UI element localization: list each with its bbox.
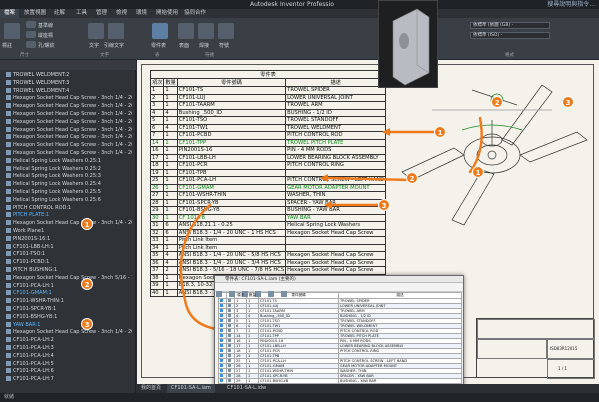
callout-marker-1: 1 bbox=[434, 126, 446, 138]
document-tabs: 我的首頁 CF101-SA-L.iam CF101-SA-L.idw bbox=[137, 384, 599, 393]
title-block-mid bbox=[477, 339, 547, 359]
part-preview-icon bbox=[392, 8, 430, 86]
callout-marker-2: 2 bbox=[406, 172, 418, 184]
parts-list-editor-dialog[interactable]: 零件表: CF101-SA-L.iam (主要的) 項次 數量 零件號碼 描述 … bbox=[214, 275, 464, 402]
inventor-window: Autodesk Inventor Professio 搜尋說明與指令... 檔… bbox=[0, 0, 599, 402]
table-layout-icon[interactable] bbox=[281, 290, 288, 297]
callout-marker-2-drawing: 2 bbox=[491, 96, 503, 108]
title-block: ISD83R12015 1 / 1 bbox=[476, 318, 595, 379]
callout-marker-3: 3 bbox=[378, 199, 390, 211]
dialog-parts-table[interactable]: 項次 數量 零件號碼 描述 1 1 CF101-TS TROWEL SPIDER 2 1 C… bbox=[218, 292, 462, 394]
column-chooser-icon[interactable] bbox=[216, 290, 222, 297]
dialog-title: 零件表: CF101-SA-L.iam (主要的) bbox=[215, 276, 463, 283]
callout-marker-3-browser: 3 bbox=[81, 318, 93, 330]
status-bar: 就緒 bbox=[0, 393, 599, 402]
callout-marker-3-drawing: 3 bbox=[562, 96, 574, 108]
title-block-sheet: 1 / 1 bbox=[547, 359, 595, 379]
callout-marker-1-browser: 1 bbox=[81, 218, 93, 230]
dialog-toolbar bbox=[215, 283, 463, 297]
export-icon[interactable] bbox=[268, 290, 275, 297]
group-settings-icon[interactable] bbox=[229, 290, 236, 297]
callout-marker-1-drawing: 1 bbox=[472, 166, 484, 178]
tab-home[interactable]: 我的首頁 bbox=[137, 384, 165, 393]
callout-marker-2-browser: 2 bbox=[81, 278, 93, 290]
tab-drawing[interactable]: CF101-SA-L.idw bbox=[223, 384, 270, 393]
title-block-code: ISD83R12015 bbox=[547, 339, 595, 359]
tab-assembly[interactable]: CF101-SA-L.iam bbox=[167, 384, 215, 393]
title-block-top bbox=[477, 319, 595, 339]
part-preview-thumbnail bbox=[378, 0, 438, 88]
sort-icon[interactable] bbox=[255, 290, 262, 297]
